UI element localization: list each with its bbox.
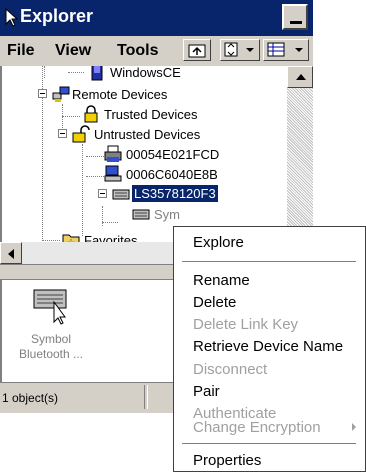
keyboard-icon	[112, 189, 130, 200]
sort-icon	[224, 42, 254, 57]
menu-item-properties[interactable]: Properties	[193, 452, 261, 469]
up-folder-button[interactable]	[183, 39, 211, 61]
menu-item-delete[interactable]: Delete	[193, 294, 236, 311]
menu-separator	[182, 261, 356, 262]
status-text: 1 object(s)	[2, 391, 59, 405]
keyboard-icon	[132, 209, 150, 220]
menu-file[interactable]: File	[7, 42, 35, 60]
menu-item-rename[interactable]: Rename	[193, 272, 250, 289]
menu-separator	[182, 443, 356, 444]
scroll-track[interactable]	[287, 88, 313, 242]
computer-icon	[104, 165, 122, 182]
tree-item[interactable]: Sym	[2, 204, 287, 224]
menu-item-explore[interactable]: Explore	[193, 234, 244, 251]
collapse-icon[interactable]	[58, 129, 67, 138]
tree-item-label: Remote Devices	[72, 87, 168, 102]
list-item-label-line1: Symbol	[30, 332, 71, 346]
scroll-up-button[interactable]	[287, 66, 313, 88]
tree-item[interactable]: Untrusted Devices	[2, 124, 287, 144]
submenu-arrow-icon	[352, 423, 356, 431]
minimize-button[interactable]	[282, 4, 308, 30]
arrow-left-icon	[8, 249, 14, 259]
tree-item[interactable]: WindowsCE	[2, 66, 287, 82]
tree-item[interactable]: 00054E021FCD	[2, 144, 287, 164]
tree-item-label: 00054E021FCD	[126, 147, 220, 162]
window-title: Explorer	[20, 6, 94, 26]
context-menu: Explore Rename Delete Delete Link Key Re…	[173, 226, 366, 472]
collapse-icon[interactable]	[38, 89, 47, 98]
list-item[interactable]: Symbol Bluetooth ...	[6, 282, 96, 372]
list-item-label: Symbol Bluetooth ...	[6, 332, 96, 362]
collapse-icon[interactable]	[98, 189, 107, 198]
tree-item-selected[interactable]: LS3578120F3	[2, 184, 287, 204]
printer-icon	[104, 145, 122, 162]
menu-item-change-encryption: Change Encryption	[193, 419, 321, 436]
tree-item[interactable]: Remote Devices	[2, 84, 287, 104]
tree-item-label: 0006C6040E8B	[126, 167, 218, 182]
tree-item-label: Trusted Devices	[104, 107, 198, 122]
details-view-icon	[267, 42, 303, 57]
status-divider	[144, 385, 148, 409]
vertical-scrollbar[interactable]	[287, 66, 313, 242]
menu-item-delete-link-key: Delete Link Key	[193, 316, 299, 333]
arrow-up-icon	[296, 74, 306, 80]
menu-view[interactable]: View	[55, 42, 91, 60]
view-toggle-button[interactable]	[220, 39, 260, 61]
menu-item-disconnect: Disconnect	[193, 361, 268, 378]
menu-tools[interactable]: Tools	[117, 42, 158, 60]
tree-item[interactable]: 0006C6040E8B	[2, 164, 287, 184]
tree-item-label: WindowsCE	[110, 66, 181, 80]
tree-item-label: Untrusted Devices	[94, 127, 201, 142]
tree-item-label: Sym	[154, 207, 180, 222]
tree-item-label: LS3578120F3	[132, 185, 218, 202]
network-icon	[52, 86, 70, 102]
menu-item-retrieve-device-name[interactable]: Retrieve Device Name	[193, 338, 343, 355]
up-folder-icon	[188, 44, 206, 58]
minimize-icon	[290, 21, 302, 24]
lock-closed-icon	[84, 105, 98, 123]
title-bar: Explorer	[0, 0, 313, 36]
list-item-label-line2: Bluetooth ...	[18, 347, 84, 361]
tree-item[interactable]: Trusted Devices	[2, 104, 287, 124]
device-icon	[91, 66, 103, 81]
menu-bar: File View Tools	[0, 36, 313, 67]
keyboard-icon	[33, 289, 67, 325]
scroll-left-button[interactable]	[0, 242, 22, 264]
menu-item-pair[interactable]: Pair	[193, 383, 220, 400]
view-mode-button[interactable]	[263, 39, 309, 61]
lock-open-icon	[72, 125, 90, 143]
